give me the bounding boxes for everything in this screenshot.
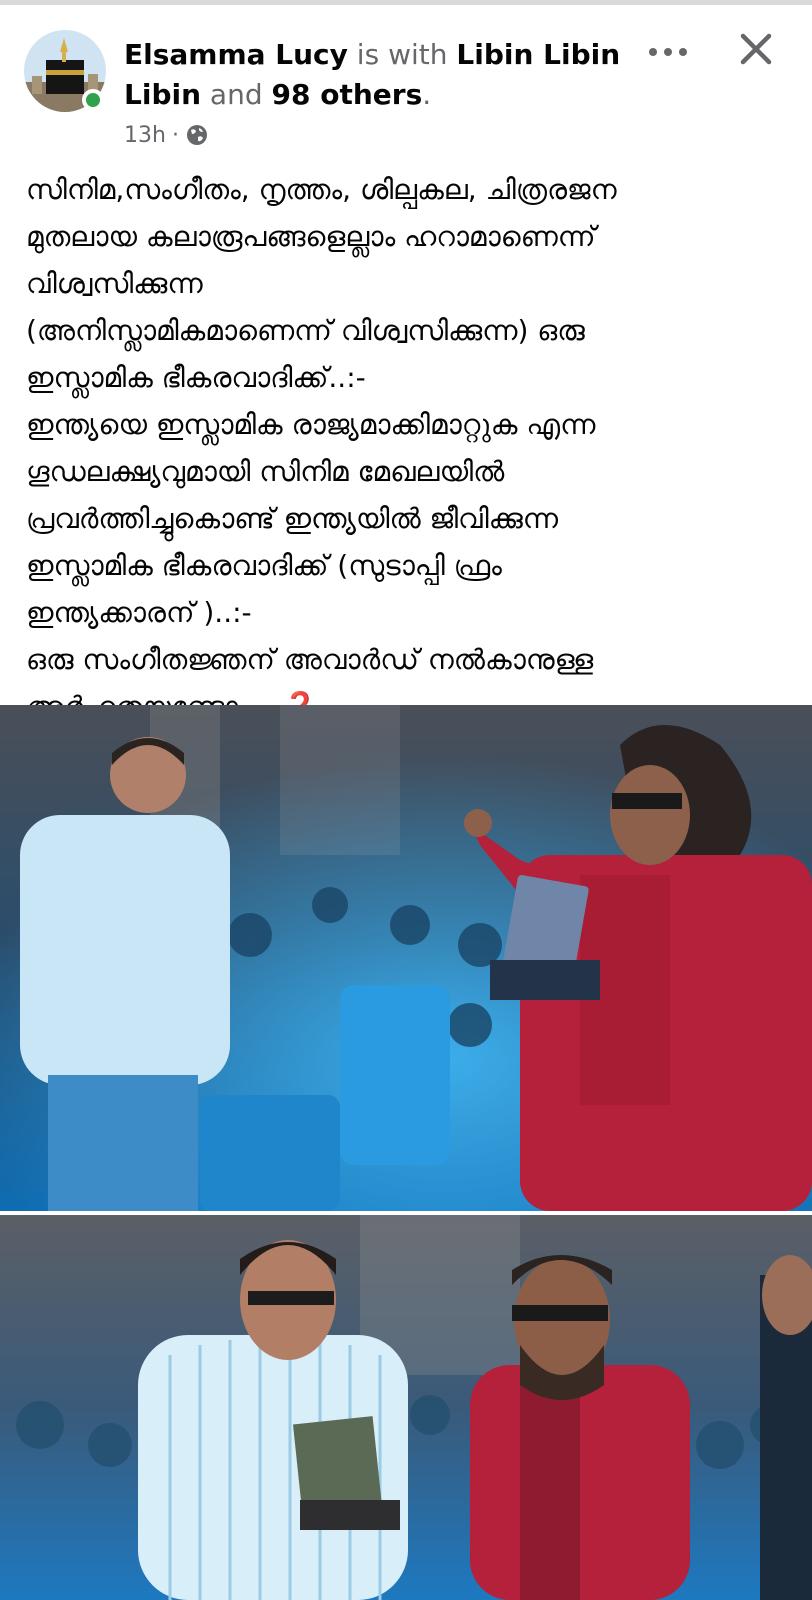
online-status-indicator	[82, 89, 104, 111]
post-photo-1[interactable]	[0, 705, 812, 1211]
post-meta: 13h ·	[124, 121, 209, 149]
close-icon	[740, 33, 772, 65]
period-text: .	[422, 78, 432, 111]
and-text: and	[201, 78, 272, 111]
author-name-link[interactable]: Elsamma Lucy	[124, 38, 348, 71]
more-options-button[interactable]	[642, 37, 694, 67]
post-photo-2[interactable]	[0, 1215, 812, 1600]
close-button[interactable]	[734, 27, 778, 71]
post-time[interactable]: 13h	[124, 123, 166, 148]
others-link[interactable]: 98 others	[272, 78, 423, 111]
author-line: Elsamma Lucy is with Libin Libin Libin a…	[124, 35, 644, 115]
post-body-text: സിനിമ,സംഗീതം, നൃത്തം, ശില്പകല, ചിത്രരജന …	[26, 166, 796, 730]
with-text: is with	[347, 38, 457, 71]
post-header: Elsamma Lucy is with Libin Libin Libin a…	[0, 5, 812, 155]
globe-icon[interactable]	[185, 123, 209, 147]
meta-separator: ·	[171, 122, 179, 148]
more-icon	[649, 48, 687, 56]
post-text-content: സിനിമ,സംഗീതം, നൃത്തം, ശില്പകല, ചിത്രരജന …	[26, 173, 617, 723]
